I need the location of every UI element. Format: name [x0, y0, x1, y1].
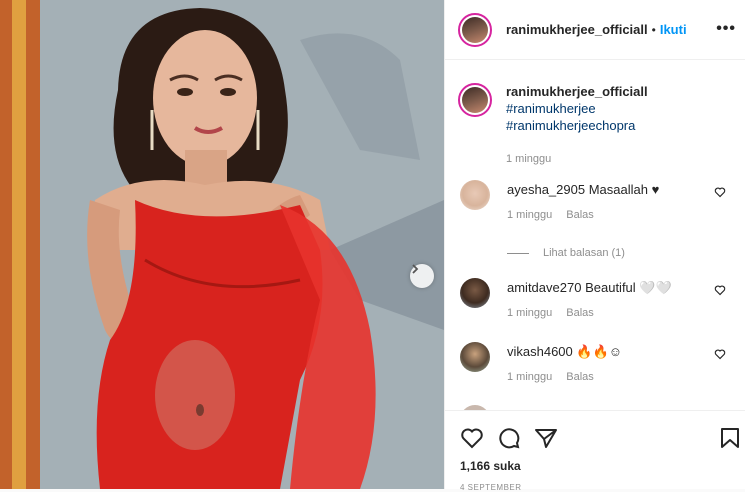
comment-username[interactable]: amitdave270 — [507, 280, 581, 295]
comment-time: 1 minggu — [507, 307, 553, 319]
comment-username[interactable]: ayesha_2905 — [507, 182, 585, 197]
post-side-panel: ranimukherjee_officiall • Ikuti ••• rani… — [444, 0, 745, 492]
comment-text: Masaallah ♥ — [588, 182, 660, 197]
reply-button[interactable]: Balas — [566, 371, 594, 383]
caption-time: 1 minggu — [506, 153, 552, 165]
heart-icon[interactable] — [460, 427, 484, 449]
hashtag-link[interactable]: #ranimukherjee — [506, 100, 648, 117]
next-photo-button[interactable] — [410, 264, 434, 288]
heart-icon[interactable] — [714, 186, 726, 198]
post-actions: 1,166 suka 4 SEPTEMBER — [445, 410, 745, 492]
commenter-avatar[interactable] — [460, 180, 490, 210]
bookmark-icon[interactable] — [720, 427, 740, 449]
comments-list: ranimukherjee_officiall #ranimukherjee #… — [445, 61, 745, 410]
view-replies-text[interactable]: Lihat balasan (1) — [543, 247, 625, 259]
comment-username[interactable]: vikash4600 — [507, 344, 573, 359]
comment-time: 1 minggu — [507, 371, 553, 383]
post-header: ranimukherjee_officiall • Ikuti ••• — [445, 0, 745, 60]
comment-text: Beautiful 🤍🤍 — [585, 280, 672, 295]
reply-button[interactable]: Balas — [566, 209, 594, 221]
profile-avatar[interactable] — [458, 12, 492, 47]
share-icon[interactable] — [534, 427, 558, 449]
photo-illustration — [0, 0, 444, 489]
comment-text: 🔥🔥☺ — [576, 344, 623, 359]
header-username[interactable]: ranimukherjee_officiall — [506, 22, 648, 37]
header-separator: • — [651, 22, 656, 37]
comment-icon[interactable] — [497, 427, 521, 449]
post-caption: ranimukherjee_officiall #ranimukherjee #… — [458, 83, 648, 168]
post-date: 4 SEPTEMBER — [460, 483, 522, 492]
commenter-avatar[interactable] — [460, 278, 490, 308]
comment-time: 1 minggu — [507, 209, 553, 221]
instagram-post: ranimukherjee_officiall • Ikuti ••• rani… — [0, 0, 745, 492]
chevron-right-icon — [412, 264, 419, 274]
post-photo[interactable] — [0, 0, 444, 489]
commenter-avatar[interactable] — [460, 342, 490, 372]
heart-icon[interactable] — [714, 348, 726, 360]
reply-button[interactable]: Balas — [566, 307, 594, 319]
caption-avatar[interactable] — [458, 83, 492, 117]
caption-username[interactable]: ranimukherjee_officiall — [506, 84, 648, 99]
hashtag-link[interactable]: #ranimukherjeechopra — [506, 117, 648, 134]
heart-icon[interactable] — [714, 284, 726, 296]
more-options-icon[interactable]: ••• — [716, 20, 736, 38]
likes-count[interactable]: 1,166 suka — [460, 459, 521, 473]
view-replies-link[interactable]: Lihat balasan (1) — [507, 247, 625, 259]
follow-button[interactable]: Ikuti — [660, 22, 687, 37]
